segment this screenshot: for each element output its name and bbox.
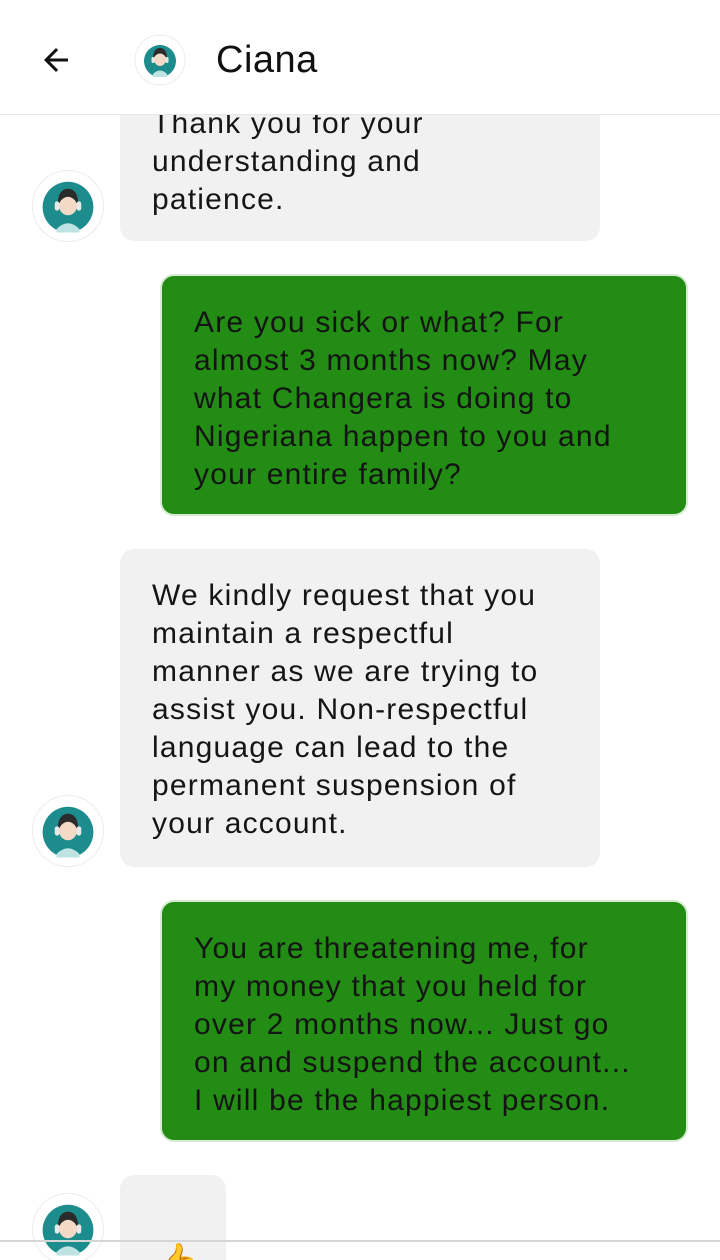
contact-name: Ciana — [216, 39, 318, 81]
agent-avatar — [32, 795, 104, 867]
chat-header: Ciana — [0, 0, 720, 115]
agent-headset-avatar-icon — [134, 34, 186, 86]
agent-headset-avatar-icon — [42, 181, 94, 233]
agent-avatar — [32, 170, 104, 242]
back-button[interactable] — [26, 30, 86, 90]
message-bubble-agent: Thank you for your understanding and pat… — [120, 115, 600, 241]
agent-avatar — [32, 1193, 104, 1260]
arrow-left-icon — [44, 48, 68, 72]
message-list[interactable]: Thank you for your understanding and pat… — [0, 115, 720, 1260]
agent-avatar[interactable] — [134, 34, 186, 86]
thumbs-up-emoji: 👍 — [154, 1241, 200, 1260]
message-bubble-user: You are threatening me, for my money tha… — [160, 900, 688, 1142]
agent-headset-avatar-icon — [42, 1204, 94, 1256]
message-bubble-agent: We kindly request that you maintain a re… — [120, 549, 600, 867]
message-bubble-agent: 👍 — [120, 1175, 226, 1260]
agent-headset-avatar-icon — [42, 806, 94, 858]
message-bubble-user: Are you sick or what? For almost 3 month… — [160, 274, 688, 516]
bottom-divider — [0, 1240, 720, 1242]
